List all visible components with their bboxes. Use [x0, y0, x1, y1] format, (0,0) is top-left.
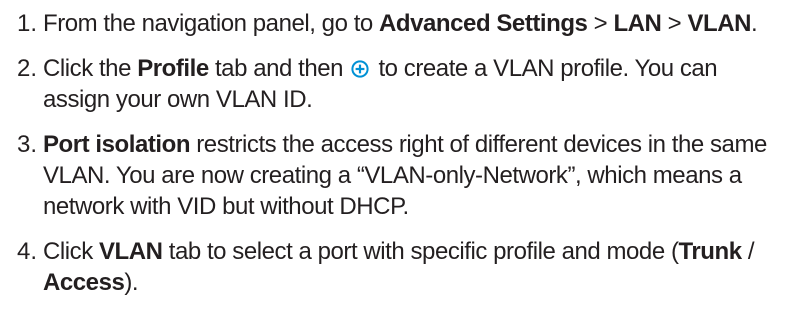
- step-2: 2. Click the Profile tab and then to cre…: [0, 53, 788, 115]
- instruction-document: 1. From the navigation panel, go to Adva…: [0, 0, 788, 336]
- menu-path-advanced-settings: Advanced Settings: [379, 10, 588, 37]
- step-text: Click the Profile tab and then to create…: [43, 53, 788, 115]
- step-number: 4.: [16, 238, 37, 265]
- step-number: 2.: [16, 55, 37, 82]
- trunk-mode-label: Trunk: [678, 238, 743, 265]
- text-run: ).: [124, 269, 139, 296]
- access-mode-label: Access: [43, 269, 125, 296]
- text-run: >: [661, 10, 688, 37]
- step-3: 3. Port isolation restricts the access r…: [0, 129, 788, 222]
- text-run: tab to select a port with specific profi…: [162, 238, 679, 265]
- menu-path-lan: LAN: [613, 10, 662, 37]
- step-4: 4. Click VLAN tab to select a port with …: [0, 236, 788, 298]
- plus-circle-icon: [351, 60, 369, 78]
- text-run: Click the: [43, 55, 138, 82]
- text-run: tab and then: [208, 55, 350, 82]
- text-run: .: [751, 10, 758, 37]
- vlan-tab-label: VLAN: [98, 238, 163, 265]
- step-text: Port isolation restricts the access righ…: [43, 129, 788, 222]
- step-number: 3.: [16, 131, 37, 158]
- step-1: 1. From the navigation panel, go to Adva…: [0, 8, 788, 39]
- text-run: From the navigation panel, go to: [43, 10, 380, 37]
- text-run: Click: [43, 238, 99, 265]
- menu-path-vlan: VLAN: [687, 10, 752, 37]
- step-text: From the navigation panel, go to Advance…: [43, 8, 788, 39]
- step-number: 1.: [16, 10, 37, 37]
- text-run: /: [741, 238, 755, 265]
- text-run: >: [587, 10, 614, 37]
- step-text: Click VLAN tab to select a port with spe…: [43, 236, 788, 298]
- profile-tab-label: Profile: [137, 55, 209, 82]
- port-isolation-term: Port isolation: [43, 131, 191, 158]
- instruction-steps: 1. From the navigation panel, go to Adva…: [0, 8, 788, 312]
